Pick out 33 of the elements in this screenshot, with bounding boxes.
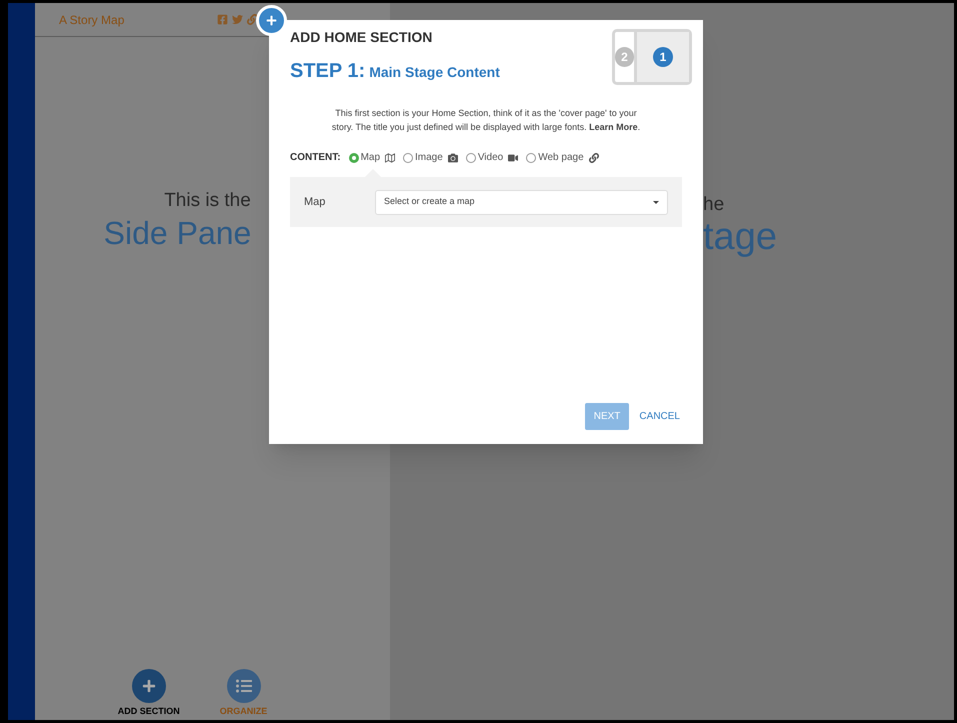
video-camera-icon xyxy=(508,152,518,162)
step-badge: 2 xyxy=(615,47,634,67)
radio-button[interactable] xyxy=(403,152,414,162)
side-panel-intro: This is the xyxy=(164,189,251,213)
link-icon xyxy=(588,152,599,162)
list-icon xyxy=(226,668,260,702)
add-section-button[interactable]: ADD SECTION xyxy=(118,668,180,718)
main-stage-intro: he xyxy=(703,193,726,217)
step-badge: 1 xyxy=(653,47,673,67)
map-icon xyxy=(385,152,396,162)
side-panel-title: Side Pane xyxy=(104,216,252,250)
map-field-label: Map xyxy=(304,194,326,210)
content-label: CONTENT: xyxy=(290,151,341,165)
twitter-icon[interactable] xyxy=(232,14,243,25)
radio-button[interactable] xyxy=(348,152,359,162)
step-label: STEP 1: xyxy=(290,59,366,84)
description-text: This first section is your Home Section, think of it as the 'cover page' to your story. The title you just defined will be displayed with large fonts. Learn More. xyxy=(330,107,642,134)
link-icon[interactable] xyxy=(247,14,258,25)
story-title: A Story Map xyxy=(59,12,124,28)
step-title: Main Stage Content xyxy=(369,63,500,82)
cancel-button[interactable]: CANCEL xyxy=(637,409,682,424)
radio-button[interactable] xyxy=(466,152,476,162)
caret-icon xyxy=(653,200,659,204)
content-option[interactable]: Web page xyxy=(526,150,599,165)
camera-icon xyxy=(448,152,458,162)
plus-icon xyxy=(132,668,166,702)
facebook-icon[interactable] xyxy=(217,14,228,25)
content-option[interactable]: Map xyxy=(348,150,396,165)
content-option[interactable]: Video xyxy=(466,150,518,165)
content-option[interactable]: Image xyxy=(403,150,458,165)
map-select[interactable]: Select or create a map xyxy=(375,190,668,214)
radio-button[interactable] xyxy=(526,152,536,162)
dialog-title: ADD HOME SECTION xyxy=(290,28,434,47)
